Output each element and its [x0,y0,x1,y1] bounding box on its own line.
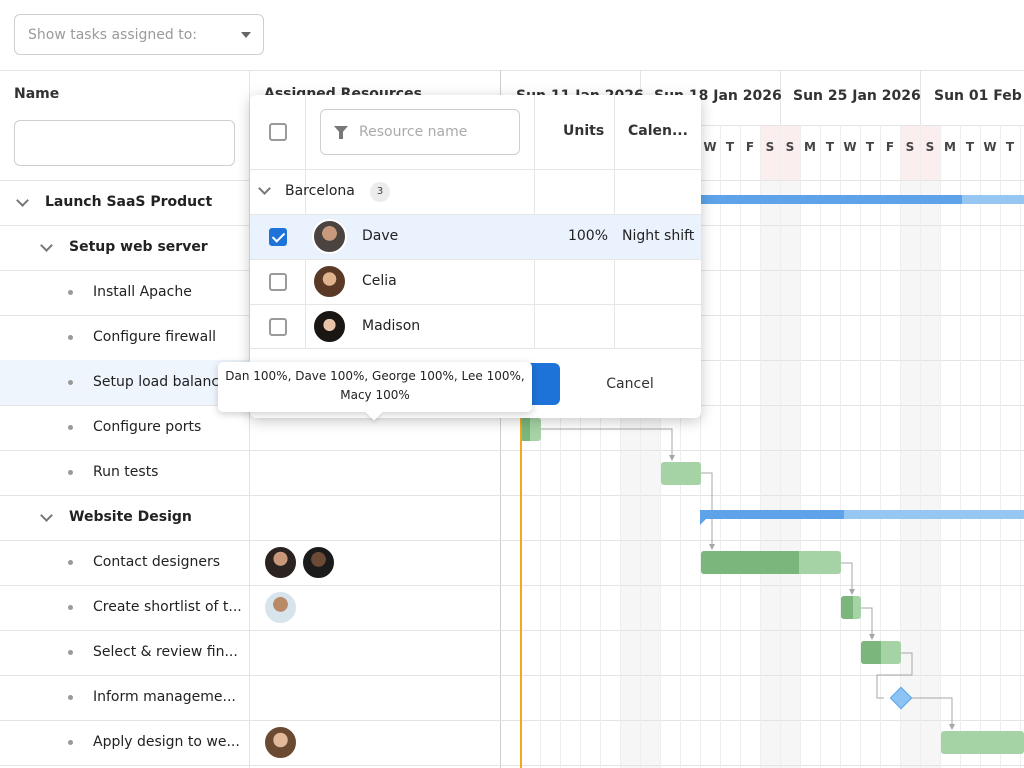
resource-name: Madison [362,318,421,334]
assigned-resources-tooltip: Dan 100%, Dave 100%, George 100%, Lee 10… [218,362,532,412]
resource-name: Celia [362,273,397,289]
resource-avatar [312,309,347,344]
resource-group-barcelona[interactable]: Barcelona 3 [250,170,701,215]
resource-checkbox[interactable] [269,228,287,246]
task-bar-create-shortlist[interactable] [841,596,861,619]
resource-row-celia[interactable]: Celia [250,260,701,305]
group-label: Barcelona [285,183,355,199]
resource-row-dave[interactable]: Dave 100% Night shift [250,215,701,260]
tooltip-line: Macy 100% [340,388,410,402]
resource-units[interactable]: 100% [536,228,608,244]
task-bar-select-review[interactable] [861,641,901,664]
resource-checkbox[interactable] [269,273,287,291]
resource-name-placeholder: Resource name [359,124,468,140]
units-column-header[interactable]: Units [563,123,604,139]
summary-bar-launch[interactable] [700,195,962,204]
save-button[interactable] [528,363,560,405]
task-bar-contact-designers[interactable] [701,551,841,574]
calendar-column-header[interactable]: Calen... [628,123,688,139]
resource-calendar[interactable]: Night shift [622,228,694,244]
summary-bar-website-design-remaining [844,510,1024,519]
cancel-button[interactable]: Cancel [580,363,680,405]
select-all-checkbox[interactable] [269,123,287,141]
resource-name-filter-input[interactable]: Resource name [320,109,520,155]
popup-footer-divider [250,348,701,349]
filter-icon [334,126,348,139]
resource-checkbox[interactable] [269,318,287,336]
task-bar-apply-design[interactable] [941,731,1024,754]
resource-avatar [312,264,347,299]
resource-avatar [312,219,347,254]
summary-bar-website-design[interactable] [700,510,844,519]
summary-bar-launch-remaining [962,195,1024,204]
resource-name: Dave [362,228,399,244]
today-marker-line [520,418,522,768]
resource-row-madison[interactable]: Madison [250,305,701,350]
tooltip-line: Dan 100%, Dave 100%, George 100%, Lee 10… [225,369,525,383]
summary-bar-cap [700,518,707,525]
group-count-badge: 3 [370,182,390,202]
chevron-down-icon[interactable] [258,182,271,195]
task-bar-run-tests[interactable] [661,462,701,485]
task-bar-configure-ports[interactable] [520,418,541,441]
